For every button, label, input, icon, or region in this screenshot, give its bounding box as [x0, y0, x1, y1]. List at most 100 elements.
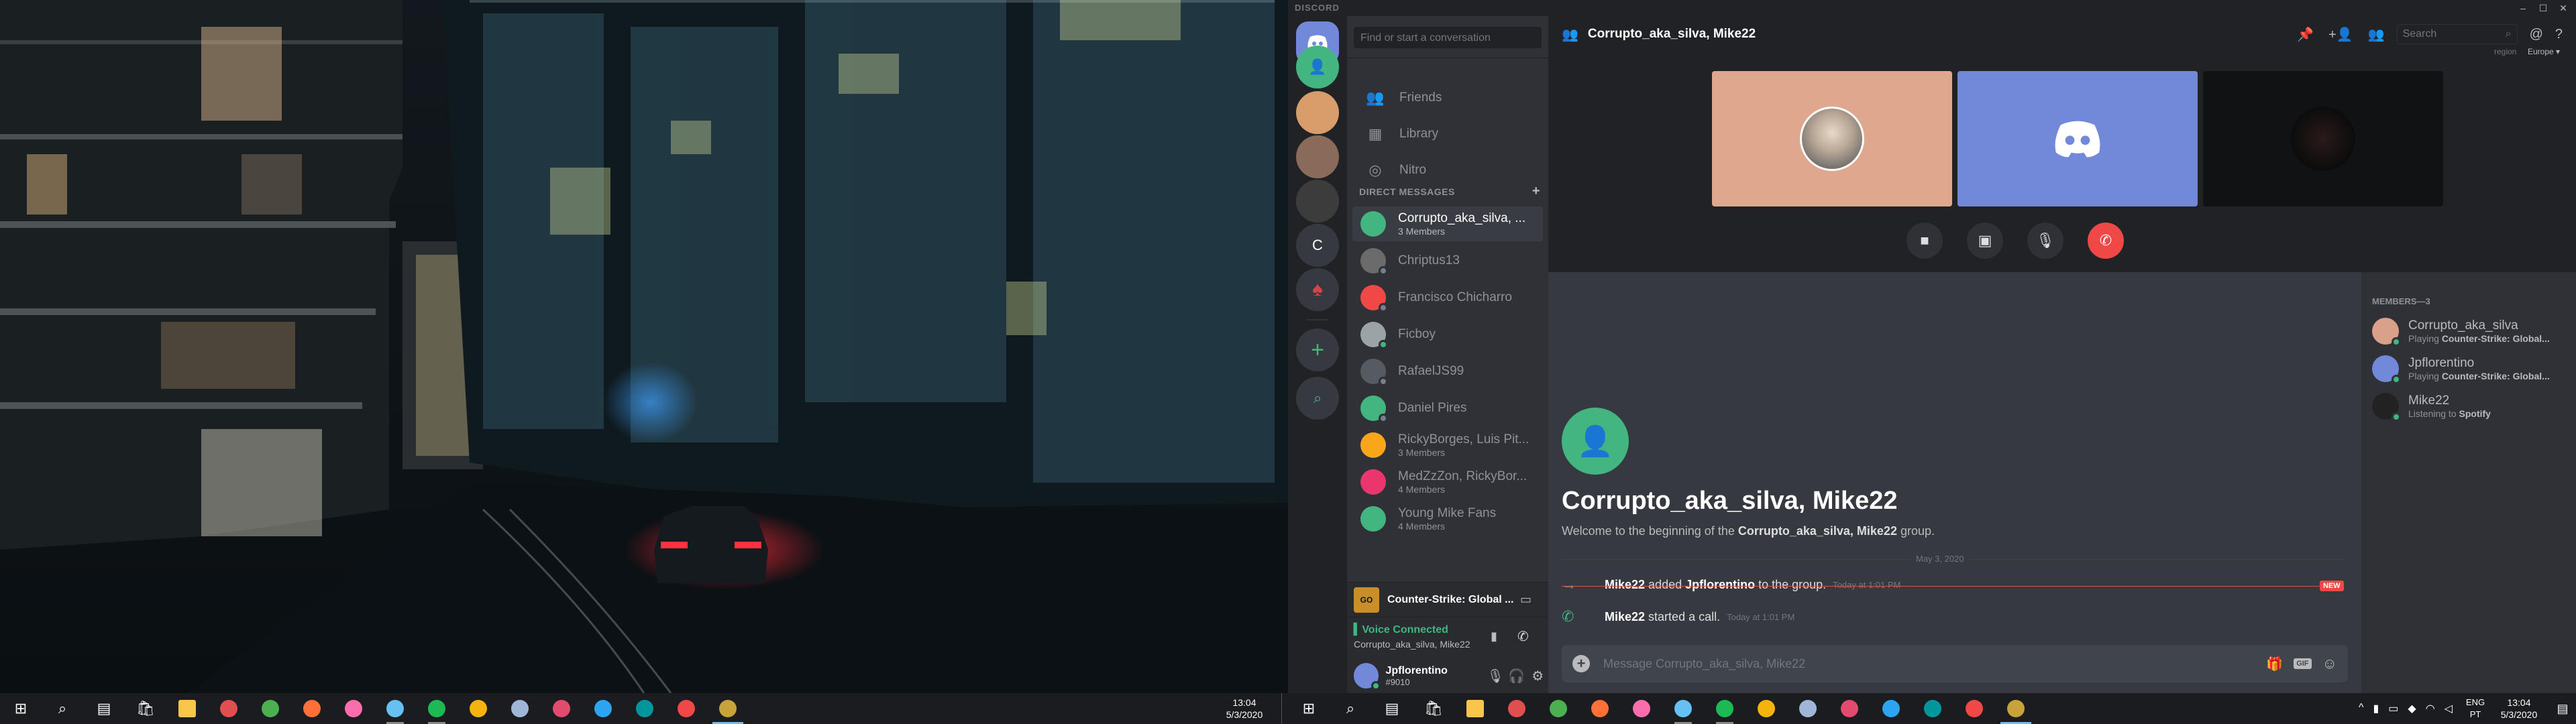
- right-taskbar-spotify-button[interactable]: [1704, 693, 1746, 724]
- dm-item[interactable]: Daniel Pires: [1352, 391, 1543, 426]
- right-taskbar-popcorn-button[interactable]: [1496, 693, 1538, 724]
- screen-share-icon[interactable]: ▭: [1520, 593, 1532, 607]
- find-conversation-input[interactable]: Find or start a conversation: [1354, 27, 1542, 48]
- right-taskbar-store-button[interactable]: 🛍: [1413, 693, 1454, 724]
- dm-item[interactable]: Francisco Chicharro: [1352, 280, 1543, 315]
- left-taskbar-clock[interactable]: 13:04 5/3/2020: [1208, 697, 1281, 721]
- left-taskbar-windows-start-button[interactable]: ⊞: [0, 693, 42, 724]
- user-avatar[interactable]: [1354, 663, 1381, 690]
- call-tile-jpflorentino[interactable]: [1957, 71, 2198, 206]
- left-taskbar-chrome-button[interactable]: [250, 693, 291, 724]
- server-letter-c[interactable]: C: [1296, 224, 1339, 267]
- dm-item[interactable]: RafaelJS99: [1352, 354, 1543, 389]
- right-taskbar-vscode-button[interactable]: [1870, 693, 1912, 724]
- right-taskbar-discord-app-button[interactable]: [1953, 693, 1995, 724]
- gift-icon[interactable]: 🎁: [2266, 656, 2283, 672]
- tray-microphone-icon[interactable]: ▮: [2373, 702, 2379, 715]
- right-taskbar-search-button[interactable]: ⌕: [1330, 693, 1371, 724]
- left-taskbar-popcorn-button[interactable]: [208, 693, 250, 724]
- left-taskbar-file-explorer-button[interactable]: [166, 693, 208, 724]
- explore-servers-button[interactable]: ⌕: [1296, 377, 1339, 420]
- left-taskbar-task-view-button[interactable]: ▤: [83, 693, 125, 724]
- dm-item[interactable]: Ficboy: [1352, 317, 1543, 352]
- voice-channel-name[interactable]: Corrupto_aka_silva, Mike22: [1354, 639, 1542, 650]
- right-taskbar-windows-start-button[interactable]: ⊞: [1288, 693, 1330, 724]
- left-taskbar-firefox-button[interactable]: [291, 693, 333, 724]
- left-taskbar-store-button[interactable]: 🛍: [125, 693, 166, 724]
- notifications-icon[interactable]: ▤: [2549, 702, 2576, 716]
- upload-plus-icon[interactable]: +: [1572, 655, 1590, 672]
- server-avatar-3[interactable]: [1296, 180, 1339, 223]
- leave-call-button[interactable]: ✆: [2088, 223, 2124, 259]
- toggle-video-button[interactable]: ■: [1907, 223, 1943, 259]
- server-avatar-2[interactable]: [1296, 135, 1339, 178]
- group-dm-shortcut[interactable]: 👤: [1296, 46, 1339, 88]
- pinned-messages-icon[interactable]: 📌: [2297, 26, 2314, 43]
- left-taskbar-spotify-button[interactable]: [416, 693, 458, 724]
- right-taskbar-firefox-button[interactable]: [1579, 693, 1621, 724]
- call-tile-mike22[interactable]: [2203, 71, 2443, 206]
- right-taskbar-cube-app-button[interactable]: [1787, 693, 1829, 724]
- call-tile-corrupto[interactable]: [1712, 71, 1952, 206]
- left-taskbar-cube-app-button[interactable]: [499, 693, 541, 724]
- language-indicator[interactable]: ENG PT: [2462, 697, 2489, 721]
- gif-button[interactable]: GIF: [2294, 658, 2312, 669]
- left-show-desktop-button[interactable]: [1281, 693, 1288, 724]
- mentions-icon[interactable]: @: [2530, 27, 2543, 42]
- nav-nitro[interactable]: ◎ Nitro: [1352, 154, 1543, 186]
- emoji-icon[interactable]: ☺: [2322, 655, 2337, 672]
- msg-target[interactable]: Jpflorentino: [1685, 578, 1755, 591]
- msg-actor[interactable]: Mike22: [1605, 610, 1645, 623]
- member-item[interactable]: Mike22 Listening to Spotify: [2372, 389, 2573, 424]
- microphone-icon[interactable]: 🎙: [1485, 668, 1506, 684]
- tray-battery-icon[interactable]: ▭: [2388, 702, 2398, 715]
- member-item[interactable]: Corrupto_aka_silva Playing Counter-Strike…: [2372, 314, 2573, 349]
- search-input[interactable]: Search ⌕: [2396, 24, 2518, 44]
- msg-actor[interactable]: Mike22: [1605, 578, 1645, 591]
- tray-wifi-icon[interactable]: ◠: [2426, 702, 2435, 715]
- right-taskbar-clock[interactable]: 13:04 5/3/2020: [2489, 697, 2549, 721]
- left-taskbar-battlenet-button[interactable]: [458, 693, 499, 724]
- right-taskbar-task-view-button[interactable]: ▤: [1371, 693, 1413, 724]
- dm-item[interactable]: Corrupto_aka_silva, ... 3 Members: [1352, 206, 1543, 241]
- left-taskbar-itunes-button[interactable]: [333, 693, 374, 724]
- disconnect-call-icon[interactable]: ✆: [1517, 628, 1529, 645]
- nav-friends[interactable]: 👥 Friends: [1352, 82, 1543, 114]
- left-taskbar-jetbrains-button[interactable]: [541, 693, 582, 724]
- dm-item[interactable]: Chriptus13: [1352, 243, 1543, 278]
- right-taskbar-arduino-button[interactable]: [1912, 693, 1953, 724]
- server-avatar-5[interactable]: ♠: [1296, 268, 1339, 311]
- right-taskbar-chrome-button[interactable]: [1538, 693, 1579, 724]
- close-button[interactable]: ✕: [2553, 0, 2573, 16]
- right-taskbar-steam-button[interactable]: [1662, 693, 1704, 724]
- left-taskbar-arduino-button[interactable]: [624, 693, 665, 724]
- headphones-icon[interactable]: 🎧: [1506, 668, 1527, 684]
- create-dm-button[interactable]: +: [1532, 184, 1540, 198]
- member-list-toggle-icon[interactable]: 👥: [2368, 26, 2385, 43]
- minimize-button[interactable]: –: [2513, 0, 2533, 16]
- add-server-button[interactable]: +: [1296, 328, 1339, 371]
- tray-chevron-icon[interactable]: ^: [2359, 702, 2364, 715]
- tray-app-icon[interactable]: ◆: [2408, 702, 2416, 715]
- right-taskbar-itunes-button[interactable]: [1621, 693, 1662, 724]
- left-taskbar-search-button[interactable]: ⌕: [42, 693, 83, 724]
- help-icon[interactable]: ?: [2555, 27, 2563, 42]
- mute-button[interactable]: 🎙: [2027, 223, 2063, 259]
- region-selector[interactable]: Europe ▾: [2528, 47, 2560, 56]
- dm-item[interactable]: MedZzZon, RickyBor... 4 Members: [1352, 465, 1543, 499]
- left-taskbar-steam-button[interactable]: [374, 693, 416, 724]
- maximize-button[interactable]: ☐: [2533, 0, 2553, 16]
- right-taskbar-game-app-button[interactable]: [1995, 693, 2037, 724]
- add-friend-to-dm-icon[interactable]: +👤: [2328, 26, 2353, 43]
- server-avatar-1[interactable]: [1296, 91, 1339, 134]
- message-input[interactable]: Message Corrupto_aka_silva, Mike22: [1603, 657, 2266, 671]
- voice-connected-status[interactable]: ▍Voice Connected: [1354, 623, 1542, 636]
- nav-library[interactable]: ▦ Library: [1352, 118, 1543, 150]
- right-taskbar-battlenet-button[interactable]: [1746, 693, 1787, 724]
- right-taskbar-jetbrains-button[interactable]: [1829, 693, 1870, 724]
- settings-gear-icon[interactable]: ⚙: [1527, 668, 1548, 684]
- tray-volume-icon[interactable]: ◁: [2445, 702, 2453, 715]
- dm-item[interactable]: RickyBorges, Luis Pit... 3 Members: [1352, 428, 1543, 463]
- dm-item[interactable]: Young Mike Fans 4 Members: [1352, 501, 1543, 536]
- left-taskbar-game-app-button[interactable]: [707, 693, 749, 724]
